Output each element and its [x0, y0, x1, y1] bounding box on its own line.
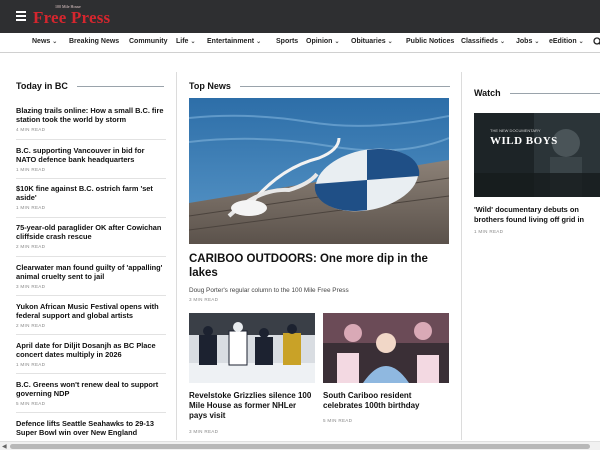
nav-item-public-notices[interactable]: Public Notices	[406, 38, 454, 45]
search-icon[interactable]	[593, 37, 600, 47]
main-nav: News ⌄ Breaking News Community Life ⌄ Ente…	[0, 33, 600, 53]
horizontal-scrollbar[interactable]: ◀	[0, 441, 600, 450]
list-item[interactable]: 75-year-old paraglider OK after Cowichan…	[16, 223, 166, 249]
divider	[16, 373, 166, 374]
scrollbar-thumb[interactable]	[10, 444, 590, 449]
hockey-thumbnail[interactable]	[189, 313, 315, 383]
chevron-down-icon: ⌄	[334, 39, 340, 45]
hero-title[interactable]: CARIBOO OUTDOORS: One more dip in the la…	[189, 252, 451, 280]
chevron-down-icon: ⌄	[387, 39, 393, 45]
today-in-bc-heading: Today in BC	[16, 81, 68, 91]
column-divider	[176, 72, 177, 440]
chevron-down-icon: ⌄	[256, 39, 262, 45]
read-time: 1 MIN READ	[16, 205, 46, 210]
list-item[interactable]: B.C. supporting Vancouver in bid for NAT…	[16, 146, 166, 172]
list-item[interactable]: Clearwater man found guilty of 'appallin…	[16, 263, 166, 289]
menu-icon[interactable]	[16, 11, 26, 21]
list-item[interactable]: Blazing trails online: How a small B.C. …	[16, 106, 166, 132]
nav-item-sports[interactable]: Sports	[276, 38, 298, 45]
article-title[interactable]: 75-year-old paraglider OK after Cowichan…	[16, 223, 166, 241]
article-title[interactable]: April date for Diljit Dosanjh as BC Plac…	[16, 341, 166, 359]
article-title[interactable]: B.C. Greens won't renew deal to support …	[16, 380, 166, 398]
read-time: 5 MIN READ	[323, 418, 353, 423]
card-title[interactable]: Revelstoke Grizzlies silence 100 Mile Ho…	[189, 391, 315, 421]
nav-item-obituaries[interactable]: Obituaries ⌄	[351, 38, 393, 45]
read-time: 3 MIN READ	[189, 429, 219, 434]
nav-item-opinion[interactable]: Opinion ⌄	[306, 38, 339, 45]
scroll-left-icon[interactable]: ◀	[2, 443, 7, 450]
nav-item-community[interactable]: Community	[129, 38, 168, 45]
read-time: 4 MIN READ	[16, 127, 46, 132]
nav-item-life[interactable]: Life ⌄	[176, 38, 195, 45]
section-rule	[77, 86, 164, 87]
chevron-down-icon: ⌄	[190, 39, 196, 45]
read-time: 1 MIN READ	[16, 167, 46, 172]
divider	[16, 256, 166, 257]
read-time: 3 MIN READ	[16, 284, 46, 289]
list-item[interactable]: Defence lifts Seattle Seahawks to 29-13 …	[16, 419, 166, 437]
card-title[interactable]: South Cariboo resident celebrates 100th …	[323, 391, 449, 411]
hero-image[interactable]	[189, 98, 449, 244]
divider	[16, 334, 166, 335]
watch-heading: Watch	[474, 88, 501, 98]
hero-subtitle: Doug Porter's regular column to the 100 …	[189, 287, 349, 294]
top-bar: 100 Mile House Free Press	[0, 0, 600, 33]
video-thumbnail[interactable]: THE NEW DOCUMENTARY WILD BOYS	[474, 113, 600, 197]
chevron-down-icon: ⌄	[52, 39, 58, 45]
article-title[interactable]: Defence lifts Seattle Seahawks to 29-13 …	[16, 419, 166, 437]
section-rule	[510, 93, 600, 94]
list-item[interactable]: April date for Diljit Dosanjh as BC Plac…	[16, 341, 166, 367]
read-time: 2 MIN READ	[16, 323, 46, 328]
watch-article-title[interactable]: 'Wild' documentary debuts on brothers fo…	[474, 205, 600, 224]
article-title[interactable]: $10K fine against B.C. ostrich farm 'set…	[16, 184, 166, 202]
chevron-down-icon: ⌄	[499, 39, 505, 45]
list-item[interactable]: $10K fine against B.C. ostrich farm 'set…	[16, 184, 166, 210]
list-item[interactable]: Yukon African Music Festival opens with …	[16, 302, 166, 328]
nav-item-eedition[interactable]: eEdition ⌄	[549, 38, 584, 45]
divider	[16, 139, 166, 140]
article-title[interactable]: Clearwater man found guilty of 'appallin…	[16, 263, 166, 281]
nav-item-jobs[interactable]: Jobs ⌄	[516, 38, 539, 45]
logo-name: Free Press	[33, 8, 111, 27]
nav-item-breaking-news[interactable]: Breaking News	[69, 38, 119, 45]
read-time: 5 MIN READ	[16, 401, 46, 406]
section-rule	[240, 86, 450, 87]
divider	[16, 217, 166, 218]
article-title[interactable]: Yukon African Music Festival opens with …	[16, 302, 166, 320]
birthday-thumbnail[interactable]	[323, 313, 449, 383]
column-divider	[461, 72, 462, 440]
nav-item-news[interactable]: News ⌄	[32, 38, 57, 45]
read-time: 1 MIN READ	[474, 229, 504, 234]
divider	[16, 412, 166, 413]
article-title[interactable]: B.C. supporting Vancouver in bid for NAT…	[16, 146, 166, 164]
read-time: 3 MIN READ	[189, 297, 219, 302]
list-item[interactable]: B.C. Greens won't renew deal to support …	[16, 380, 166, 406]
nav-item-classifieds[interactable]: Classifieds ⌄	[461, 38, 505, 45]
divider	[16, 295, 166, 296]
nav-item-entertainment[interactable]: Entertainment ⌄	[207, 38, 261, 45]
top-news-heading: Top News	[189, 81, 231, 91]
divider	[16, 178, 166, 179]
chevron-down-icon: ⌄	[578, 39, 584, 45]
chevron-down-icon: ⌄	[534, 39, 540, 45]
video-art	[474, 113, 600, 197]
read-time: 2 MIN READ	[16, 244, 46, 249]
article-title[interactable]: Blazing trails online: How a small B.C. …	[16, 106, 166, 124]
read-time: 1 MIN READ	[16, 362, 46, 367]
video-title-art: WILD BOYS	[490, 135, 558, 147]
video-kicker: THE NEW DOCUMENTARY	[490, 128, 541, 133]
